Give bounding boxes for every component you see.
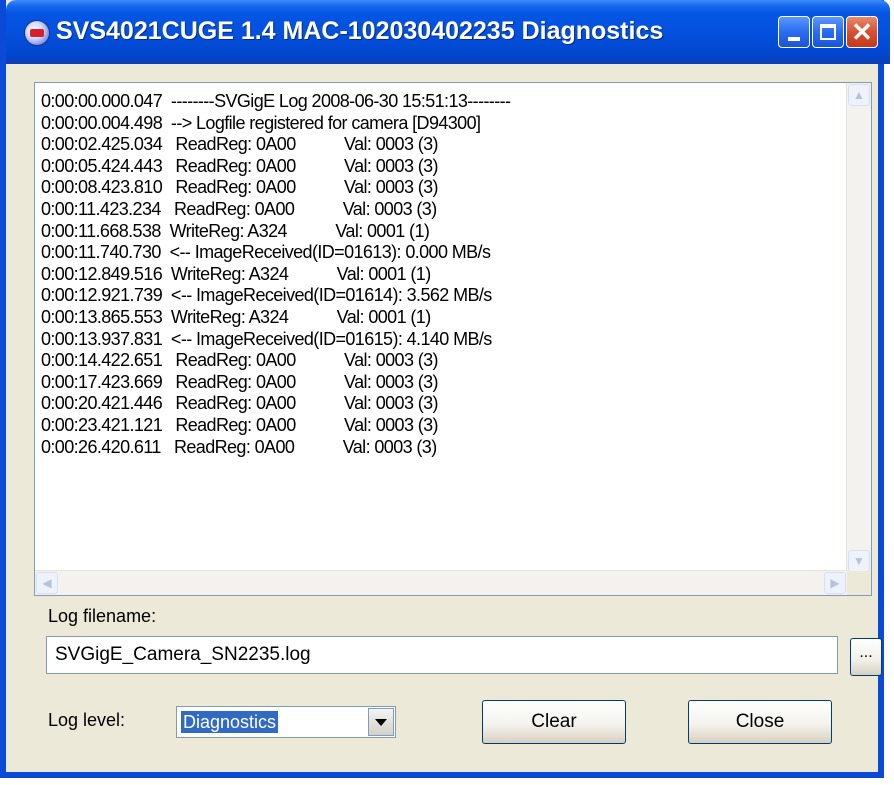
diagnostics-window: SVS4021CUGE 1.4 MAC-102030402235 Diagnos… (0, 0, 890, 778)
close-icon: ✕ (851, 17, 873, 47)
scroll-down-button[interactable]: ▼ (848, 550, 870, 572)
scrollbar-corner (847, 571, 871, 595)
log-level-select[interactable]: Diagnostics (176, 706, 396, 738)
log-line: 0:00:11.423.234 ReadReg: 0A00 Val: 0003 … (41, 198, 437, 219)
log-line: 0:00:05.424.443 ReadReg: 0A00 Val: 0003 … (41, 155, 439, 176)
maximize-icon (820, 24, 836, 40)
log-level-label: Log level: (48, 710, 126, 730)
close-button[interactable]: Close (688, 700, 832, 744)
log-line: 0:00:12.849.516 WriteReg: A324 Val: 0001… (41, 263, 431, 284)
scroll-right-button[interactable]: ▶ (824, 572, 846, 594)
log-line: 0:00:12.921.739 <-- ImageReceived(ID=016… (41, 285, 492, 306)
browse-button[interactable]: ... (850, 638, 882, 676)
log-level-dropdown-button[interactable] (368, 708, 394, 736)
log-lines: 0:00:00.000.047 --------SVGigE Log 2008-… (41, 91, 511, 458)
log-line: 0:00:11.740.730 <-- ImageReceived(ID=016… (41, 242, 491, 263)
log-level-selected: Diagnostics (181, 711, 279, 733)
log-line: 0:00:00.000.047 --------SVGigE Log 2008-… (41, 91, 511, 111)
clear-button[interactable]: Clear (482, 700, 626, 744)
log-output[interactable]: 0:00:00.000.047 --------SVGigE Log 2008-… (34, 82, 872, 596)
log-line: 0:00:13.937.831 <-- ImageReceived(ID=016… (41, 328, 492, 349)
log-filename-field[interactable]: SVGigE_Camera_SN2235.log (46, 636, 838, 674)
log-line: 0:00:26.420.611 ReadReg: 0A00 Val: 0003 … (41, 436, 437, 457)
log-line: 0:00:11.668.538 WriteReg: A324 Val: 0001… (41, 220, 430, 241)
log-line: 0:00:20.421.446 ReadReg: 0A00 Val: 0003 … (41, 393, 439, 414)
close-window-button[interactable]: ✕ (846, 16, 878, 48)
log-line: 0:00:08.423.810 ReadReg: 0A00 Val: 0003 … (41, 177, 439, 198)
log-line: 0:00:00.004.498 --> Logfile registered f… (41, 112, 481, 133)
scroll-up-button[interactable]: ▲ (848, 84, 870, 106)
minimize-icon (788, 37, 800, 41)
scroll-left-button[interactable]: ◀ (36, 572, 58, 594)
log-line: 0:00:14.422.651 ReadReg: 0A00 Val: 0003 … (41, 350, 439, 371)
vertical-scrollbar[interactable]: ▲ ▼ (846, 83, 871, 573)
chevron-down-icon (375, 718, 387, 726)
log-filename-label: Log filename: (48, 606, 157, 626)
title-bar[interactable]: SVS4021CUGE 1.4 MAC-102030402235 Diagnos… (6, 0, 890, 64)
log-line: 0:00:02.425.034 ReadReg: 0A00 Val: 0003 … (41, 134, 439, 155)
window-title: SVS4021CUGE 1.4 MAC-102030402235 Diagnos… (56, 17, 664, 45)
camera-app-icon[interactable] (24, 20, 50, 46)
log-line: 0:00:17.423.669 ReadReg: 0A00 Val: 0003 … (41, 371, 439, 392)
log-line: 0:00:23.421.121 ReadReg: 0A00 Val: 0003 … (41, 414, 439, 435)
maximize-button[interactable] (812, 16, 844, 48)
log-line: 0:00:13.865.553 WriteReg: A324 Val: 0001… (41, 306, 431, 327)
horizontal-scrollbar[interactable]: ◀ ▶ (35, 570, 847, 595)
minimize-button[interactable] (778, 16, 810, 48)
